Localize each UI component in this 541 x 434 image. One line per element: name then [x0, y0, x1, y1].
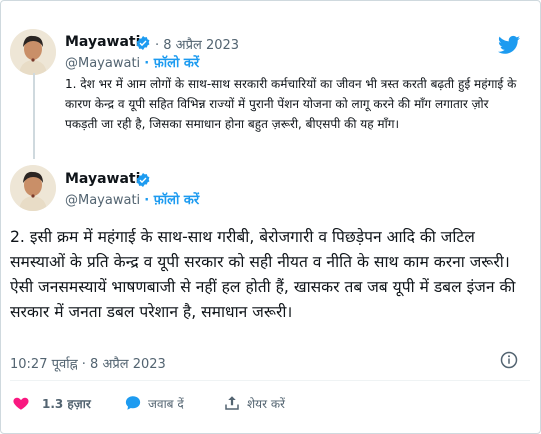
heart-icon — [13, 397, 29, 410]
tweet-embed-card: Mayawati · 8 अप्रैल 2023 @Mayawati · फ़ॉ… — [0, 0, 541, 434]
twitter-bird-icon[interactable] — [498, 35, 520, 55]
reply-label: जवाब दें — [148, 396, 184, 411]
handle-text[interactable]: @Mayawati — [65, 193, 140, 208]
reply-button[interactable]: जवाब दें — [124, 393, 184, 413]
parent-tweet-text: 1. देश भर में आम लोगों के साथ-साथ सरकारी… — [65, 77, 517, 131]
author-handle: @Mayawati · फ़ॉलो करें — [65, 53, 199, 71]
like-count: 1.3 हज़ार — [42, 396, 91, 411]
follow-button[interactable]: · फ़ॉलो करें — [144, 193, 199, 208]
author-name[interactable]: Mayawati — [65, 34, 140, 50]
avatar[interactable] — [10, 165, 56, 211]
verified-badge-icon — [136, 173, 150, 187]
main-tweet-text: 2. इसी क्रम में महंगाई के साथ-साथ गरीबी,… — [10, 228, 516, 321]
reply-icon — [125, 396, 141, 410]
tweet-timestamp[interactable]: 10:27 पूर्वाह्न · 8 अप्रैल 2023 — [10, 354, 166, 372]
handle-text[interactable]: @Mayawati — [65, 56, 140, 71]
info-icon[interactable] — [500, 351, 518, 369]
verified-badge-icon — [136, 36, 150, 50]
share-icon — [225, 396, 239, 410]
author-name[interactable]: Mayawati — [65, 171, 140, 187]
share-button[interactable]: शेयर करें — [223, 393, 285, 413]
share-label: शेयर करें — [247, 396, 285, 411]
thread-connector-line — [33, 73, 35, 159]
divider — [10, 380, 530, 381]
avatar[interactable] — [10, 29, 56, 75]
tweet-date[interactable]: · 8 अप्रैल 2023 — [155, 35, 239, 53]
author-handle: @Mayawati · फ़ॉलो करें — [65, 190, 199, 208]
like-button[interactable]: 1.3 हज़ार — [12, 393, 91, 413]
follow-button[interactable]: · फ़ॉलो करें — [144, 56, 199, 71]
